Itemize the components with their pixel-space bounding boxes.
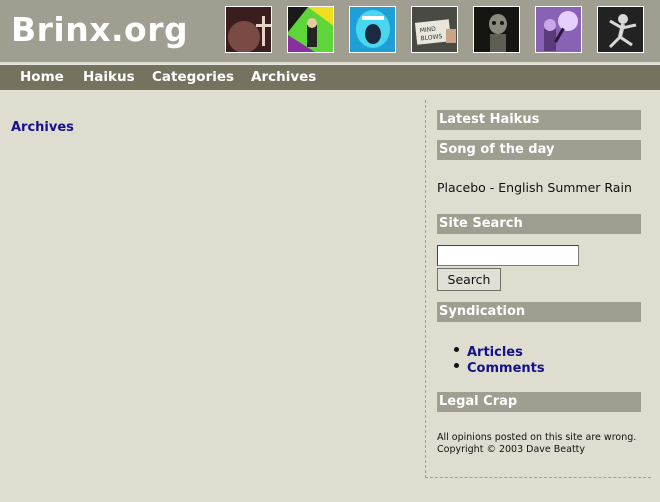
song-of-the-day-text: Placebo - English Summer Rain [437,180,632,195]
nav-archives[interactable]: Archives [251,69,316,85]
syndication-heading: Syndication [437,302,641,322]
site-title[interactable]: Brinx.org [11,10,188,49]
bullet-icon [454,363,459,368]
nav-home[interactable]: Home [20,69,64,85]
legal-crap-heading: Legal Crap [437,392,641,412]
archives-link[interactable]: Archives [11,120,74,135]
nav-categories[interactable]: Categories [152,69,234,85]
site-header: Brinx.org MIND BLOWS [0,0,660,62]
nav-haikus[interactable]: Haikus [83,69,135,85]
song-of-the-day-heading: Song of the day [437,140,641,160]
site-search-heading: Site Search [437,214,641,234]
list-item: Articles [452,341,545,360]
thumb-jumping-person-icon[interactable] [597,6,644,53]
thumb-sign-icon[interactable]: MIND BLOWS [411,6,458,53]
thumb-screaming-face-icon[interactable] [349,6,396,53]
comments-feed-link[interactable]: Comments [467,361,545,376]
main-nav: Home Haikus Categories Archives [0,64,660,90]
sidebar: Latest Haikus Song of the day Placebo - … [425,100,651,478]
latest-haikus-heading: Latest Haikus [437,110,641,130]
copyright-notice: Copyright © 2003 Dave Beatty [437,444,586,455]
legal-text: All opinions posted on this site are wro… [437,432,642,456]
thumb-skull-figure-icon[interactable] [473,6,520,53]
syndication-list: Articles Comments [452,341,545,376]
search-input[interactable] [437,245,579,266]
thumb-purple-microphone-icon[interactable] [535,6,582,53]
list-item: Comments [452,357,545,376]
legal-disclaimer: All opinions posted on this site are wro… [437,432,637,443]
search-button[interactable]: Search [437,268,501,291]
thumb-colorful-figure-icon[interactable] [287,6,334,53]
bullet-icon [454,347,459,352]
thumb-cross-icon[interactable] [225,6,272,53]
